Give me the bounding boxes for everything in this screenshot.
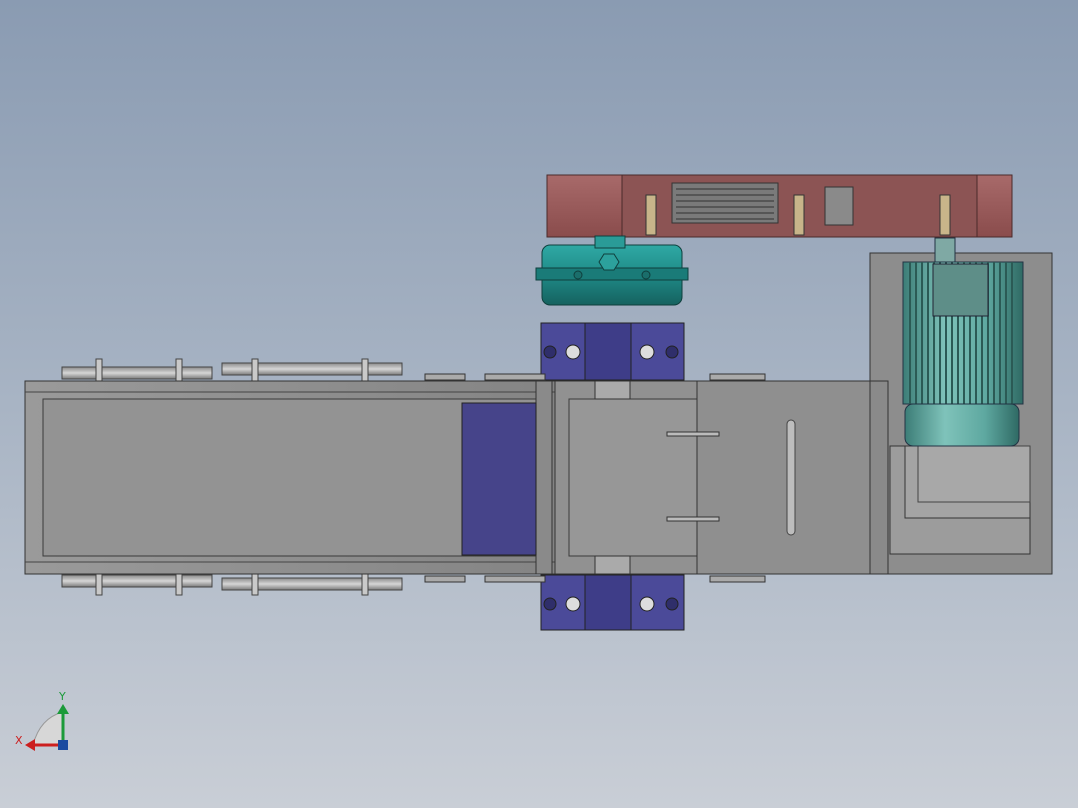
gearbox bbox=[535, 235, 689, 306]
assembly-drawing: Y X bbox=[15, 174, 1053, 751]
cad-viewport[interactable]: Y X bbox=[0, 0, 1078, 808]
conveyor-frame bbox=[24, 380, 698, 575]
x-axis-label: X bbox=[15, 734, 23, 747]
coordinate-triad: Y X bbox=[15, 690, 69, 751]
z-axis-marker bbox=[58, 740, 68, 750]
inspection-window bbox=[824, 186, 854, 226]
y-axis-label: Y bbox=[58, 690, 66, 703]
coupling-guard bbox=[546, 174, 1013, 238]
belt-section bbox=[461, 402, 537, 556]
terminal-box bbox=[932, 263, 989, 317]
fan-cover bbox=[904, 403, 1020, 447]
bearing-housing-top bbox=[540, 322, 685, 381]
electric-motor bbox=[902, 237, 1024, 447]
bearing-housing-bottom bbox=[540, 574, 685, 631]
discharge-hopper bbox=[666, 380, 889, 575]
handle bbox=[786, 419, 796, 536]
